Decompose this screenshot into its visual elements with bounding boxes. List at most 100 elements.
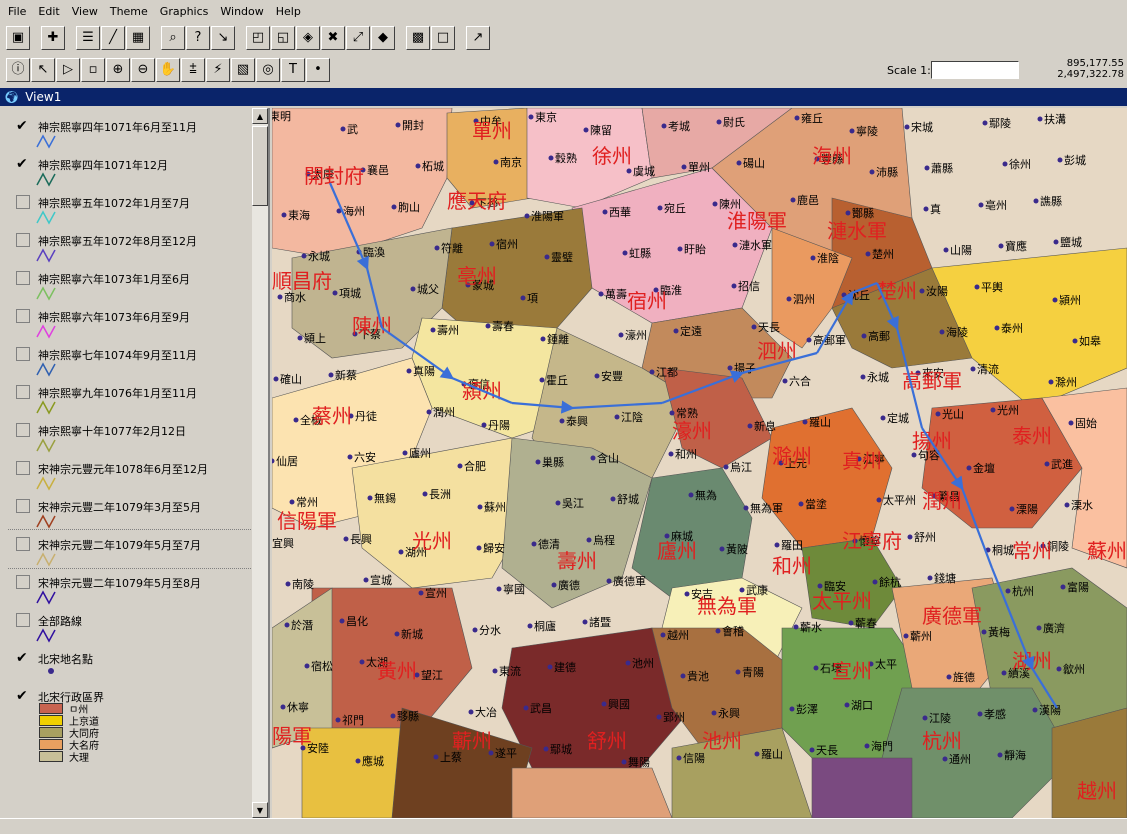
place-point[interactable] xyxy=(284,622,290,628)
pan-button[interactable]: ✋ xyxy=(156,57,180,82)
theme-props-button[interactable]: ☰ xyxy=(76,25,100,50)
place-point[interactable] xyxy=(864,743,870,749)
place-point[interactable] xyxy=(1060,584,1066,590)
place-point[interactable] xyxy=(280,704,286,710)
place-point[interactable] xyxy=(540,336,546,342)
place-point[interactable] xyxy=(398,549,404,555)
place-point[interactable] xyxy=(594,373,600,379)
place-point[interactable] xyxy=(339,618,345,624)
place-point[interactable] xyxy=(1068,420,1074,426)
place-point[interactable] xyxy=(939,329,945,335)
checkbox-unchecked-icon[interactable] xyxy=(16,309,30,323)
place-point[interactable] xyxy=(880,415,886,421)
place-point[interactable] xyxy=(434,245,440,251)
place-point[interactable] xyxy=(602,209,608,215)
checkbox-unchecked-icon[interactable] xyxy=(16,347,30,361)
place-point[interactable] xyxy=(477,504,483,510)
checkbox-unchecked-icon[interactable] xyxy=(16,461,30,475)
menu-view[interactable]: View xyxy=(66,5,104,18)
checkbox-unchecked-icon[interactable] xyxy=(16,233,30,247)
place-point[interactable] xyxy=(394,631,400,637)
place-point[interactable] xyxy=(343,536,349,542)
toc-layer[interactable]: 宋神宗元豐二年1079年5月至8月 xyxy=(8,568,258,606)
menu-edit[interactable]: Edit xyxy=(32,5,65,18)
place-point[interactable] xyxy=(727,365,733,371)
place-point[interactable] xyxy=(810,255,816,261)
map-svg[interactable]: 東明武 開封 中牟 東京陳留 考城 尉氏 雍丘寧陵 宋城 鄢陵 扶溝太康 襄邑 柘城 南京 穀熟虞城 單州碭… xyxy=(272,108,1127,818)
place-point[interactable] xyxy=(794,115,800,121)
place-point[interactable] xyxy=(293,417,299,423)
vertex-edit-button[interactable]: ▷ xyxy=(56,57,80,82)
place-point[interactable] xyxy=(476,545,482,551)
checkbox-unchecked-icon[interactable] xyxy=(16,271,30,285)
place-point[interactable] xyxy=(677,246,683,252)
place-point[interactable] xyxy=(524,213,530,219)
place-point[interactable] xyxy=(289,499,295,505)
place-point[interactable] xyxy=(390,713,396,719)
checkbox-unchecked-icon[interactable] xyxy=(16,537,30,551)
menu-graphics[interactable]: Graphics xyxy=(154,5,215,18)
scroll-thumb[interactable] xyxy=(252,126,268,206)
place-point[interactable] xyxy=(551,582,557,588)
table-button[interactable]: ▦ xyxy=(126,25,150,50)
place-point[interactable] xyxy=(739,587,745,593)
place-point[interactable] xyxy=(395,122,401,128)
place-point[interactable] xyxy=(977,711,983,717)
map-canvas[interactable]: 東明武開封 中牟 東京 陳留 考城 尉氏 雍丘 寧陵 宋城 鄢陵 扶溝 太康 襄邑 柘城 南京 穀熟 虞城 單州碭… xyxy=(272,108,1127,818)
place-point[interactable] xyxy=(622,250,628,256)
place-point[interactable] xyxy=(367,495,373,501)
place-point[interactable] xyxy=(496,586,502,592)
select-all-button[interactable]: ▩ xyxy=(406,25,430,50)
place-point[interactable] xyxy=(982,120,988,126)
place-point[interactable] xyxy=(1053,239,1059,245)
place-point[interactable] xyxy=(335,717,341,723)
place-point[interactable] xyxy=(485,323,491,329)
place-point[interactable] xyxy=(410,286,416,292)
place-point[interactable] xyxy=(876,497,882,503)
place-point[interactable] xyxy=(618,332,624,338)
place-point[interactable] xyxy=(743,505,749,511)
place-point[interactable] xyxy=(1032,707,1038,713)
place-point[interactable] xyxy=(606,578,612,584)
place-point[interactable] xyxy=(426,409,432,415)
menu-window[interactable]: Window xyxy=(214,5,269,18)
place-point[interactable] xyxy=(673,328,679,334)
zoom-previous-button[interactable]: ◆ xyxy=(371,25,395,50)
place-point[interactable] xyxy=(1005,588,1011,594)
place-point[interactable] xyxy=(1009,506,1015,512)
place-point[interactable] xyxy=(614,414,620,420)
place-point[interactable] xyxy=(924,165,930,171)
place-point[interactable] xyxy=(355,758,361,764)
place-point[interactable] xyxy=(1064,502,1070,508)
place-point[interactable] xyxy=(493,159,499,165)
zoom-full-button[interactable]: ◰ xyxy=(246,25,270,50)
place-point[interactable] xyxy=(907,534,913,540)
place-point[interactable] xyxy=(625,660,631,666)
place-point[interactable] xyxy=(539,377,545,383)
place-point[interactable] xyxy=(668,451,674,457)
toc-layer[interactable]: 神宗熙寧五年1072年1月至7月 xyxy=(8,188,258,226)
place-point[interactable] xyxy=(285,581,291,587)
place-point[interactable] xyxy=(974,284,980,290)
place-point[interactable] xyxy=(583,127,589,133)
place-point[interactable] xyxy=(927,575,933,581)
place-point[interactable] xyxy=(732,242,738,248)
place-point[interactable] xyxy=(715,628,721,634)
place-point[interactable] xyxy=(273,376,279,382)
place-point[interactable] xyxy=(919,288,925,294)
place-point[interactable] xyxy=(719,546,725,552)
scroll-up-icon[interactable]: ▲ xyxy=(252,108,268,124)
place-point[interactable] xyxy=(1056,666,1062,672)
place-point[interactable] xyxy=(935,411,941,417)
place-point[interactable] xyxy=(790,197,796,203)
place-point[interactable] xyxy=(946,674,952,680)
zoom-in-button[interactable]: ⊕ xyxy=(106,57,130,82)
place-point[interactable] xyxy=(789,706,795,712)
place-point[interactable] xyxy=(865,251,871,257)
toc-layer[interactable]: ✔ 神宗熙寧四年1071年12月 xyxy=(8,150,258,188)
toc-layer[interactable]: ✔ 神宗熙寧四年1071年6月至11月 xyxy=(8,112,258,150)
toc-layer[interactable]: 全部路線 xyxy=(8,606,258,644)
place-point[interactable] xyxy=(711,710,717,716)
place-point[interactable] xyxy=(817,583,823,589)
view-title-bar[interactable]: 🌍︎ View1 xyxy=(0,88,1127,106)
